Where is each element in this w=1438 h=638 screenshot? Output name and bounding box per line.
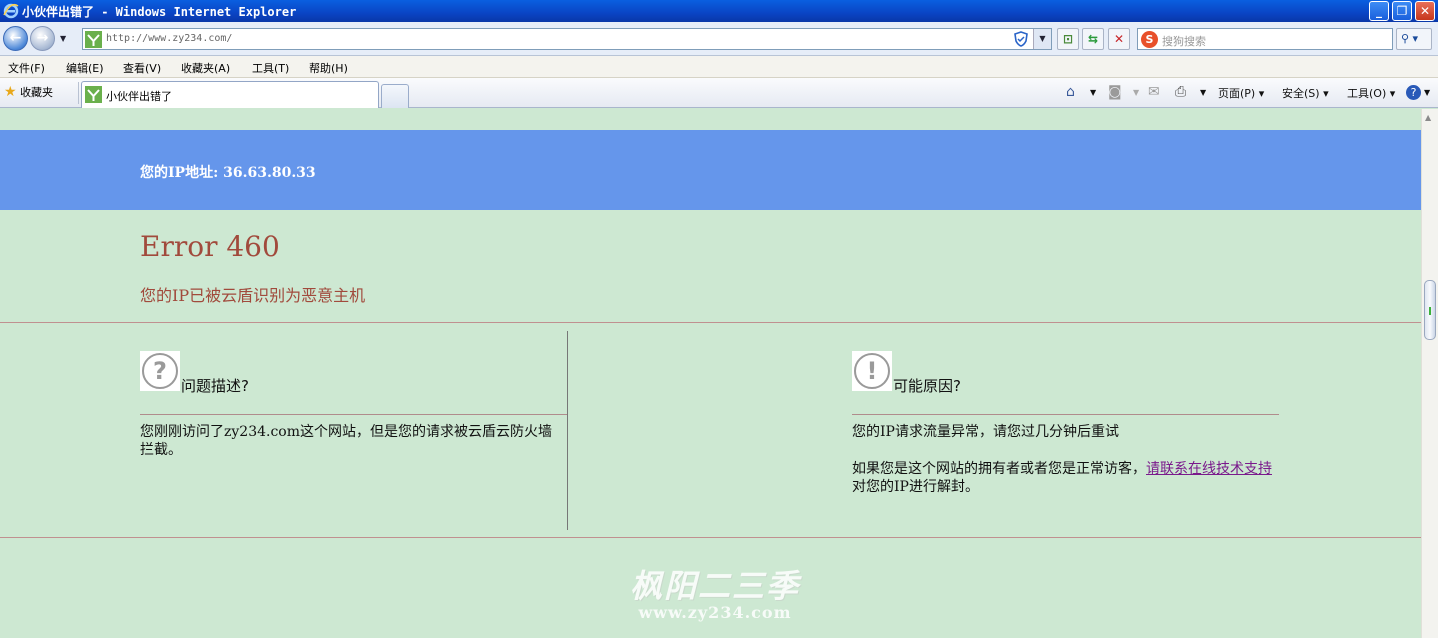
- exclamation-icon: !: [852, 351, 892, 391]
- watermark-title: 枫阳二三季: [630, 567, 801, 605]
- close-button[interactable]: ✕: [1415, 1, 1435, 21]
- minimize-button[interactable]: _: [1369, 1, 1389, 21]
- cause-text-2-prefix: 如果您是这个网站的拥有者或者您是正常访客，: [852, 461, 1146, 477]
- help-icon[interactable]: ?: [1406, 85, 1421, 100]
- forward-button[interactable]: →: [30, 26, 55, 51]
- help-dropdown-icon[interactable]: ▼: [1424, 88, 1430, 97]
- contact-support-link[interactable]: 请联系在线技术支持: [1146, 461, 1272, 477]
- site-favicon-icon: [85, 31, 102, 48]
- feeds-icon[interactable]: ◙: [1108, 84, 1122, 100]
- divider-top: [0, 322, 1421, 323]
- favorites-star-icon: ★: [4, 84, 17, 100]
- maximize-button[interactable]: ❐: [1392, 1, 1412, 21]
- print-dropdown-icon[interactable]: ▼: [1200, 88, 1206, 97]
- column-divider: [567, 331, 568, 530]
- menu-help[interactable]: 帮助(H): [309, 60, 348, 76]
- page-content: 您的IP地址: 36.63.80.33 Error 460 您的IP已被云盾识别…: [0, 109, 1421, 638]
- tab-active[interactable]: 小伙伴出错了: [81, 81, 379, 108]
- search-box[interactable]: S 搜狗搜索: [1137, 28, 1393, 50]
- sogou-search-icon: S: [1141, 31, 1158, 48]
- vertical-scrollbar[interactable]: ▲: [1421, 109, 1438, 638]
- url-text[interactable]: http://www.zy234.com/: [106, 33, 232, 44]
- watermark: 枫阳二三季 www.zy234.com: [630, 561, 800, 622]
- mail-icon[interactable]: ✉: [1148, 84, 1160, 100]
- address-bar[interactable]: http://www.zy234.com/ ▼: [82, 28, 1052, 50]
- right-subdivider: [852, 414, 1279, 415]
- problem-description: 您刚刚访问了zy234.com这个网站，但是您的请求被云盾云防火墙拦截。: [140, 424, 553, 458]
- scroll-up-icon[interactable]: ▲: [1425, 113, 1431, 122]
- watermark-url: www.zy234.com: [638, 603, 792, 622]
- recent-pages-dropdown-icon[interactable]: ▼: [60, 34, 66, 43]
- menu-edit[interactable]: 编辑(E): [66, 60, 104, 76]
- page-menu[interactable]: 页面(P) ▾: [1218, 85, 1264, 101]
- left-subdivider: [140, 414, 567, 415]
- menu-favorites[interactable]: 收藏夹(A): [181, 60, 230, 76]
- error-subtitle: 您的IP已被云盾识别为恶意主机: [140, 286, 366, 305]
- cause-text-1: 您的IP请求流量异常，请您过几分钟后重试: [852, 424, 1119, 440]
- favorites-button[interactable]: ★ 收藏夹: [4, 84, 53, 100]
- favorites-label: 收藏夹: [20, 86, 54, 99]
- print-icon[interactable]: ⎙: [1175, 84, 1186, 100]
- back-button[interactable]: ←: [3, 26, 28, 51]
- menu-tools[interactable]: 工具(T): [252, 60, 289, 76]
- menu-bar: 文件(F) 编辑(E) 查看(V) 收藏夹(A) 工具(T) 帮助(H): [0, 56, 1438, 78]
- compatibility-view-icon[interactable]: ⊡: [1057, 28, 1079, 50]
- address-dropdown-icon[interactable]: ▼: [1033, 29, 1051, 49]
- stop-icon[interactable]: ✕: [1108, 28, 1130, 50]
- safety-menu-label: 安全(S): [1282, 87, 1320, 100]
- home-icon[interactable]: ⌂: [1066, 84, 1075, 100]
- menu-view[interactable]: 查看(V): [123, 60, 161, 76]
- tab-bar: ★ 收藏夹 小伙伴出错了 ⌂ ▼ ◙ ▼ ✉ ⎙ ▼ 页面(P) ▾ 安全(S)…: [0, 78, 1438, 108]
- tools-menu-label: 工具(O): [1347, 87, 1387, 100]
- home-dropdown-icon[interactable]: ▼: [1090, 88, 1096, 97]
- search-placeholder[interactable]: 搜狗搜索: [1162, 33, 1206, 49]
- feeds-dropdown-icon[interactable]: ▼: [1133, 88, 1139, 97]
- address-toolbar: ← → ▼ http://www.zy234.com/ ▼ ⊡ ⇆ ✕ S 搜狗…: [0, 22, 1438, 56]
- page-menu-label: 页面(P): [1218, 87, 1256, 100]
- search-go-button[interactable]: ⚲ ▾: [1396, 28, 1432, 50]
- title-bar: 小伙伴出错了 - Windows Internet Explorer _ ❐ ✕: [0, 0, 1438, 22]
- tab-label: 小伙伴出错了: [106, 90, 172, 103]
- cause-text-2-suffix: 对您的IP进行解封。: [852, 479, 979, 495]
- error-title: Error 460: [140, 230, 280, 263]
- cause-text-2: 如果您是这个网站的拥有者或者您是正常访客，请联系在线技术支持对您的IP进行解封。: [852, 460, 1277, 496]
- tools-menu[interactable]: 工具(O) ▾: [1347, 85, 1395, 101]
- divider-bottom: [0, 537, 1421, 538]
- cause-heading: 可能原因?: [893, 377, 961, 395]
- ip-address-text: 您的IP地址: 36.63.80.33: [140, 165, 316, 181]
- scrollbar-thumb[interactable]: [1424, 280, 1436, 340]
- separator: [78, 82, 79, 104]
- menu-file[interactable]: 文件(F): [8, 60, 45, 76]
- refresh-icon[interactable]: ⇆: [1082, 28, 1104, 50]
- tab-favicon-icon: [85, 86, 102, 103]
- security-shield-icon[interactable]: [1013, 31, 1029, 47]
- new-tab-button[interactable]: [381, 84, 409, 108]
- ie-logo-icon: [3, 3, 19, 19]
- window-title: 小伙伴出错了 - Windows Internet Explorer: [22, 5, 297, 19]
- question-icon: ?: [140, 351, 180, 391]
- safety-menu[interactable]: 安全(S) ▾: [1282, 85, 1329, 101]
- ip-banner: 您的IP地址: 36.63.80.33: [0, 130, 1421, 210]
- problem-heading: 问题描述?: [181, 377, 249, 395]
